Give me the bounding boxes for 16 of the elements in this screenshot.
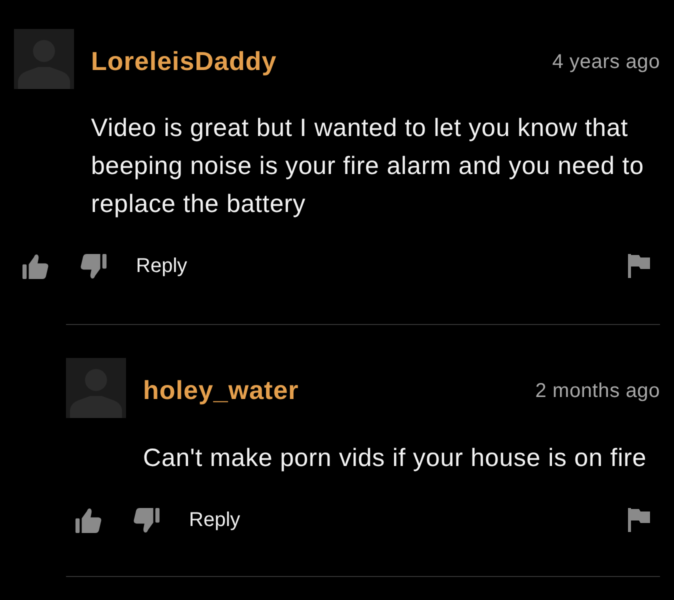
thumbs-down-icon[interactable] [133,508,160,532]
username[interactable]: holey_water [143,374,299,406]
avatar-icon [14,29,74,89]
comment-text: Can't make porn vids if your house is on fire [143,443,648,474]
thumbs-down-icon[interactable] [80,254,107,278]
comment-time: 4 years ago [552,50,660,75]
flag-icon[interactable] [628,254,650,278]
username[interactable]: LoreleisDaddy [91,45,277,77]
avatar-icon [66,358,126,418]
comment-text: Video is great but I wanted to let you know that beeping noise is your fire alarm and you need to replace the battery [91,113,645,220]
flag-icon[interactable] [628,508,650,532]
thumbs-up-icon[interactable] [75,508,102,532]
reply-button[interactable]: Reply [136,253,188,279]
comment-time: 2 months ago [535,379,660,404]
thumbs-up-icon[interactable] [22,254,49,278]
reply-button[interactable]: Reply [189,507,240,533]
